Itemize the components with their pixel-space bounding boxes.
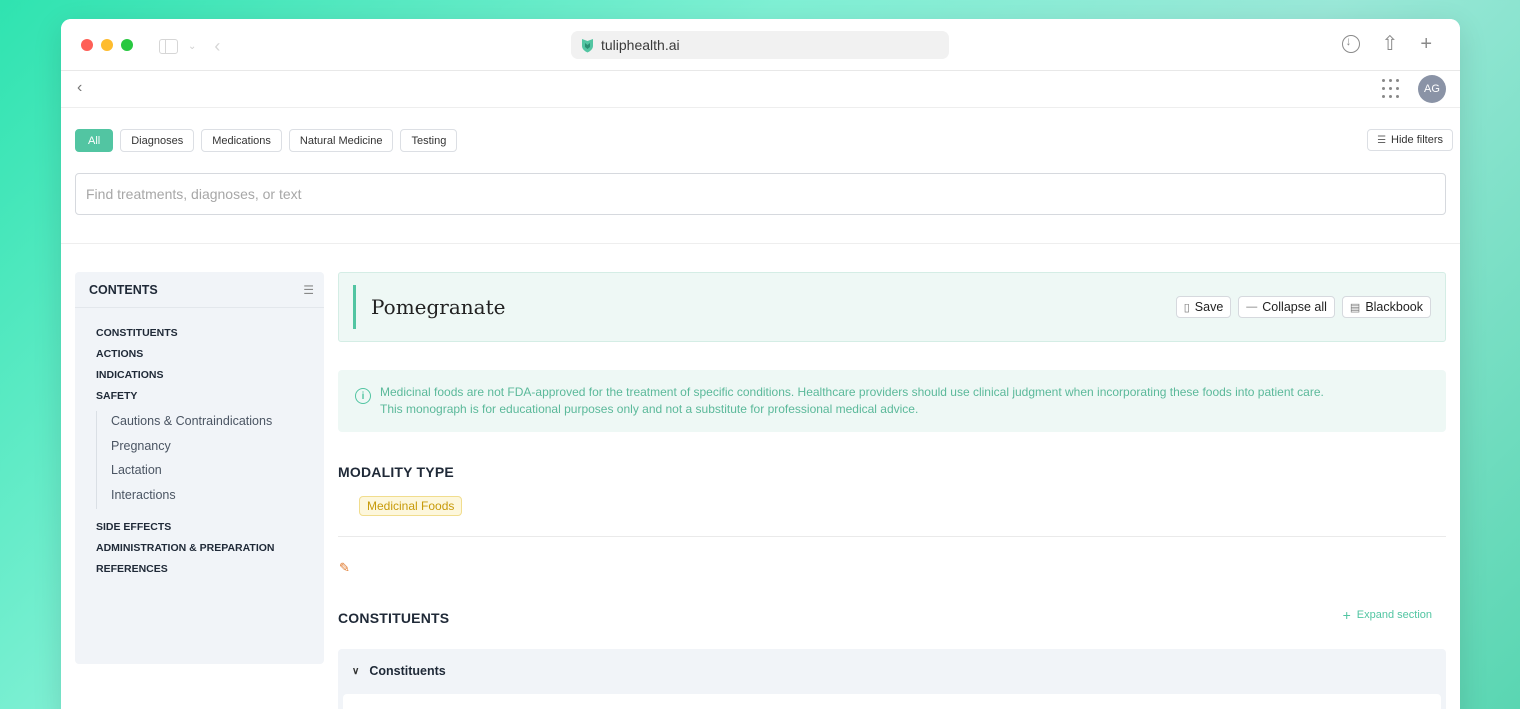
sidebar-toggle-icon[interactable] — [159, 39, 178, 54]
save-label: Save — [1194, 300, 1224, 314]
constituents-accordion: ∨ Constituents — [338, 649, 1446, 709]
bookmark-icon: ▯ — [1183, 301, 1190, 314]
notice-line-1: Medicinal foods are not FDA-approved for… — [380, 385, 1324, 399]
toc-subitem-interactions[interactable]: Interactions — [111, 485, 324, 510]
filter-chip-diagnoses[interactable]: Diagnoses — [120, 129, 195, 152]
blackbook-label: Blackbook — [1365, 300, 1423, 314]
new-tab-icon[interactable]: + — [1420, 34, 1432, 54]
monograph-title-card: Pomegranate ▯ Save — Collapse all ▤ Blac… — [338, 272, 1446, 342]
book-icon: ▤ — [1349, 301, 1361, 314]
accordion-label: Constituents — [369, 664, 446, 678]
toc-item-side-effects[interactable]: SIDE EFFECTS — [96, 519, 324, 540]
accordion-body — [343, 694, 1441, 709]
expand-label: Expand section — [1356, 609, 1432, 621]
modality-badge: Medicinal Foods — [359, 496, 463, 516]
filter-icon: ☰ — [1377, 134, 1387, 146]
toc-item-indications[interactable]: INDICATIONS — [96, 367, 324, 388]
filter-chip-medications[interactable]: Medications — [201, 129, 282, 152]
pencil-icon[interactable]: ✎ — [339, 560, 350, 576]
accordion-header[interactable]: ∨ Constituents — [338, 649, 1446, 693]
expand-section-button[interactable]: + Expand section — [1343, 607, 1432, 623]
browser-actions: ⇧ + — [1341, 34, 1432, 54]
browser-nav-icons: ⌄ ‹ — [159, 36, 220, 57]
table-of-contents: CONSTITUENTS ACTIONS INDICATIONS SAFETY … — [75, 308, 324, 582]
constituents-heading: CONSTITUENTS — [338, 610, 450, 626]
save-button[interactable]: ▯ Save — [1175, 296, 1232, 318]
chevron-down-icon: ∨ — [352, 665, 360, 677]
chevron-down-icon[interactable]: ⌄ — [188, 41, 196, 52]
notice-line-2: This monograph is for educational purpos… — [380, 402, 919, 416]
title-actions: ▯ Save — Collapse all ▤ Blackbook — [1175, 296, 1431, 318]
toc-subitem-cautions[interactable]: Cautions & Contraindications — [111, 411, 324, 436]
toc-item-references[interactable]: REFERENCES — [96, 561, 324, 582]
page-title: Pomegranate — [371, 295, 506, 319]
filter-chip-testing[interactable]: Testing — [400, 129, 458, 152]
minimize-window-button[interactable] — [101, 39, 113, 51]
url-text: tuliphealth.ai — [601, 37, 680, 53]
app-header: ‹ AG — [61, 71, 1460, 108]
toc-subitem-lactation[interactable]: Lactation — [111, 460, 324, 485]
minus-icon: — — [1246, 301, 1258, 313]
browser-titlebar: ⌄ ‹ tuliphealth.ai ⇧ + — [61, 19, 1460, 71]
toc-subitem-pregnancy[interactable]: Pregnancy — [111, 436, 324, 461]
title-accent-bar — [353, 285, 356, 329]
hide-filters-button[interactable]: ☰ Hide filters — [1367, 129, 1453, 151]
blackbook-button[interactable]: ▤ Blackbook — [1341, 296, 1431, 318]
browser-back-icon[interactable]: ‹ — [214, 36, 220, 57]
avatar[interactable]: AG — [1418, 75, 1446, 103]
back-icon[interactable]: ‹ — [77, 79, 82, 97]
toc-safety-subitems: Cautions & Contraindications Pregnancy L… — [96, 411, 324, 509]
apps-grid-icon[interactable] — [1382, 79, 1402, 99]
search-input[interactable]: Find treatments, diagnoses, or text — [75, 173, 1446, 215]
collapse-all-button[interactable]: — Collapse all — [1238, 296, 1335, 318]
contents-menu-icon[interactable]: ☰ — [303, 283, 314, 297]
close-window-button[interactable] — [81, 39, 93, 51]
filter-chips: All Diagnoses Medications Natural Medici… — [75, 129, 458, 152]
collapse-label: Collapse all — [1262, 300, 1327, 314]
disclaimer-notice: i Medicinal foods are not FDA-approved f… — [338, 370, 1446, 432]
toc-item-constituents[interactable]: CONSTITUENTS — [96, 325, 324, 346]
filter-chip-natural-medicine[interactable]: Natural Medicine — [288, 129, 394, 152]
divider — [61, 243, 1460, 244]
section-divider — [338, 536, 1446, 537]
plus-icon: + — [1342, 607, 1351, 623]
monograph-content: Pomegranate ▯ Save — Collapse all ▤ Blac… — [338, 272, 1446, 709]
modality-heading: MODALITY TYPE — [338, 464, 454, 480]
download-icon[interactable] — [1341, 34, 1360, 53]
info-icon: i — [355, 388, 371, 404]
browser-window: ⌄ ‹ tuliphealth.ai ⇧ + ‹ AG All Diagnose… — [61, 19, 1460, 709]
site-favicon-icon — [582, 38, 593, 52]
toc-item-administration[interactable]: ADMINISTRATION & PREPARATION — [96, 540, 324, 561]
share-icon[interactable]: ⇧ — [1382, 34, 1399, 54]
toc-item-safety[interactable]: SAFETY — [96, 388, 324, 409]
filter-chip-all[interactable]: All — [75, 129, 114, 152]
contents-header: CONTENTS ☰ — [75, 272, 324, 308]
contents-sidebar: CONTENTS ☰ CONSTITUENTS ACTIONS INDICATI… — [75, 272, 324, 664]
contents-title: CONTENTS — [89, 282, 158, 297]
maximize-window-button[interactable] — [121, 39, 133, 51]
address-bar[interactable]: tuliphealth.ai — [571, 31, 949, 59]
window-controls — [81, 39, 133, 51]
toc-item-actions[interactable]: ACTIONS — [96, 346, 324, 367]
hide-filters-label: Hide filters — [1391, 134, 1443, 146]
